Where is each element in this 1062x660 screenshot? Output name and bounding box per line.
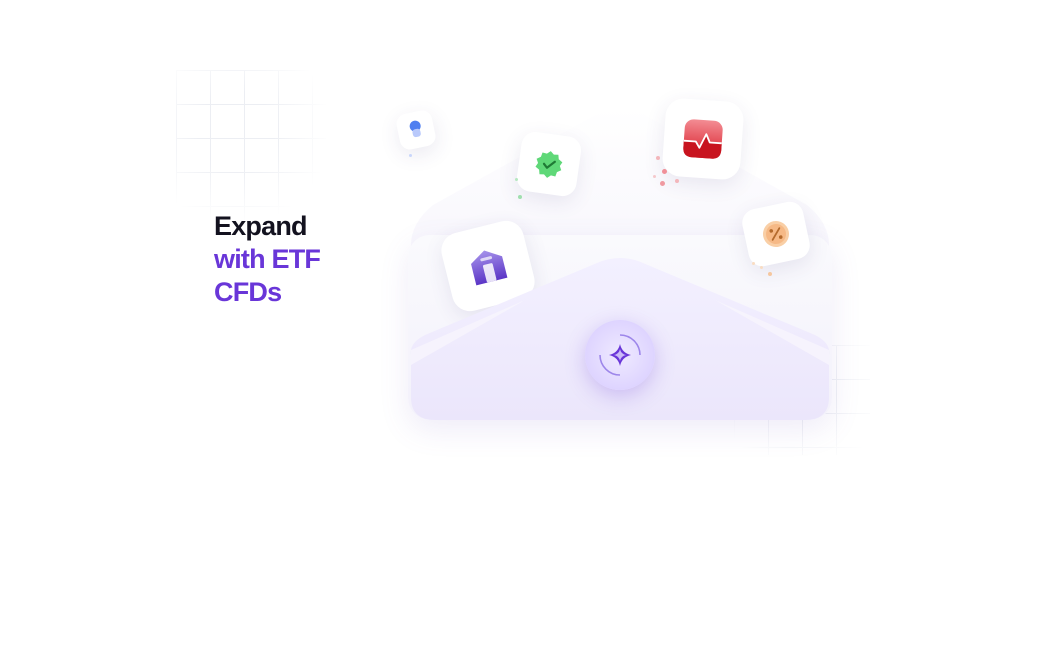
headline-line-2: with ETF — [214, 244, 321, 274]
center-coin — [585, 320, 655, 390]
headline-line-1: Expand — [214, 211, 308, 241]
background-grid-left — [176, 70, 326, 220]
headline-line-3: CFDs — [214, 277, 282, 307]
star-sparkle-icon — [599, 334, 641, 376]
headline: Expand with ETF CFDs — [214, 210, 321, 309]
